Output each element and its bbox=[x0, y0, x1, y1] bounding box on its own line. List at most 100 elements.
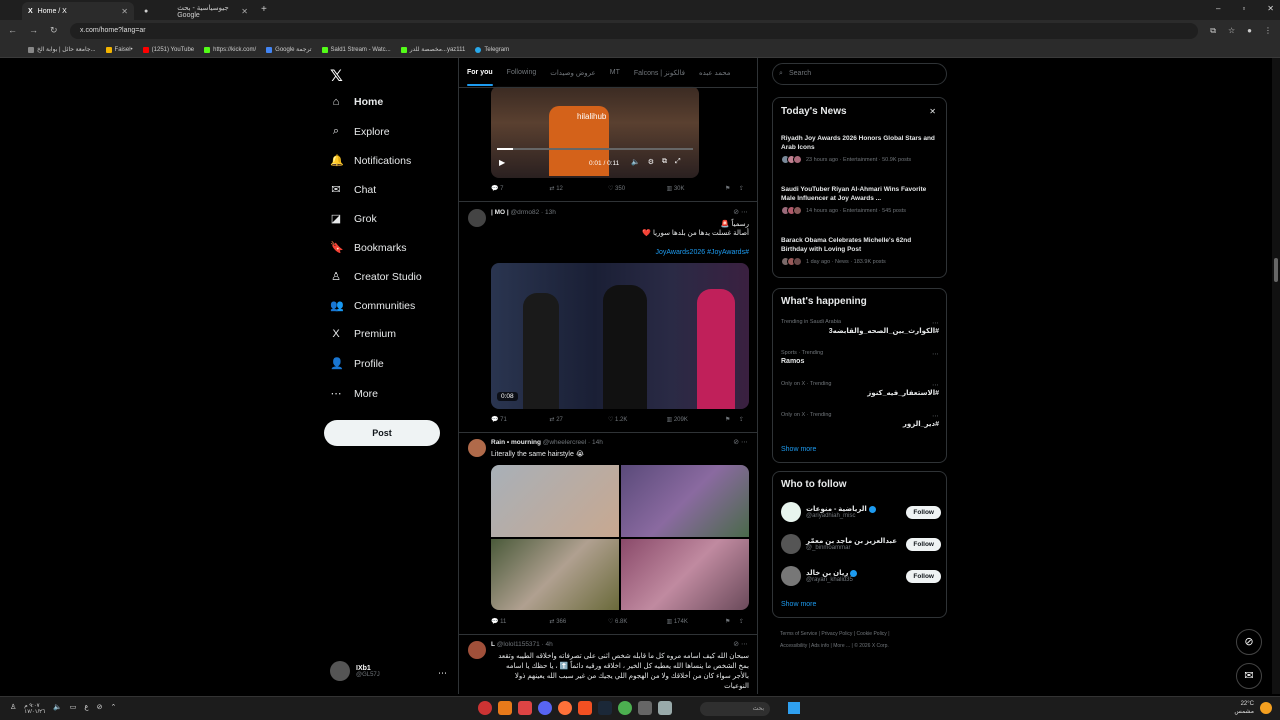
footer-link[interactable]: Terms of Service bbox=[780, 631, 817, 637]
tab-for-you[interactable]: For you bbox=[467, 69, 493, 86]
bookmark-item[interactable]: مخصصة للدر...yaz111 bbox=[400, 46, 465, 53]
news-item[interactable]: Saudi YouTuber Riyan Al-Ahmari Wins Favo… bbox=[781, 185, 939, 215]
tab-list[interactable]: محمد عبده bbox=[699, 69, 731, 77]
language-icon[interactable]: ع bbox=[84, 703, 88, 715]
app-icon[interactable] bbox=[538, 701, 552, 715]
minimize-icon[interactable]: – bbox=[1216, 4, 1220, 13]
post-image-grid[interactable] bbox=[491, 465, 749, 610]
bookmark-item[interactable]: https://kick.com/ bbox=[204, 46, 256, 53]
star-icon[interactable]: ☆ bbox=[1228, 26, 1235, 36]
video-progress[interactable] bbox=[497, 148, 693, 150]
share-icon[interactable]: ⇪ bbox=[739, 185, 749, 192]
footer-link[interactable]: Privacy Policy bbox=[821, 631, 852, 637]
nav-more[interactable]: ⋯ More bbox=[330, 387, 378, 401]
follow-suggestion[interactable]: ريان بن خالد @rayan_khalid35 Follow bbox=[781, 566, 941, 586]
avatar[interactable] bbox=[468, 439, 486, 457]
scrollbar-thumb[interactable] bbox=[1274, 258, 1278, 282]
bookmark-icon[interactable]: ⚑ bbox=[725, 185, 739, 192]
trend-item[interactable]: Sports · Trending Ramos ⋯ bbox=[781, 350, 939, 365]
url-field[interactable]: x.com/home?lang=ar bbox=[70, 23, 1198, 39]
app-icon[interactable] bbox=[578, 701, 592, 715]
author-handle[interactable]: @lolol1155371 · 4h bbox=[497, 641, 553, 648]
nav-creator-studio[interactable]: ♙ Creator Studio bbox=[330, 270, 422, 284]
volume-icon[interactable]: 🔈 bbox=[631, 158, 640, 166]
bookmark-item[interactable]: Telegram bbox=[475, 46, 509, 53]
nav-premium[interactable]: X Premium bbox=[330, 328, 396, 340]
profile-icon[interactable]: ● bbox=[1247, 26, 1252, 36]
footer-link[interactable]: Accessibility bbox=[780, 643, 807, 649]
reply-button[interactable]: 💬 71 bbox=[491, 416, 550, 423]
bookmark-item[interactable]: (1251) YouTube bbox=[142, 46, 194, 53]
mute-icon[interactable]: ⊘ bbox=[97, 703, 103, 715]
tab-following[interactable]: Following bbox=[507, 69, 537, 76]
views-button[interactable]: ▥ 174K bbox=[667, 618, 726, 625]
close-icon[interactable]: ✕ bbox=[241, 7, 248, 16]
search-input[interactable]: ⌕ Search bbox=[772, 63, 947, 85]
author-handle[interactable]: @wheelercreel · 14h bbox=[543, 439, 603, 446]
nav-explore[interactable]: ⌕ Explore bbox=[330, 125, 390, 138]
reload-icon[interactable]: ↻ bbox=[50, 25, 58, 36]
volume-icon[interactable]: 🔈 bbox=[53, 703, 62, 715]
post-button[interactable]: Post bbox=[324, 420, 440, 446]
install-icon[interactable]: ⧉ bbox=[1210, 26, 1216, 36]
post-hashtags[interactable]: #JoyAwards2026 #JoyAwards bbox=[491, 248, 749, 257]
messages-fab-icon[interactable]: ✉ bbox=[1236, 663, 1262, 689]
follow-suggestion[interactable]: عبدالعزيز بن ماجد بن معمّر @_binmoammar … bbox=[781, 534, 941, 554]
share-icon[interactable]: ⇪ bbox=[739, 416, 749, 423]
news-item[interactable]: Barack Obama Celebrates Michelle's 62nd … bbox=[781, 236, 939, 266]
taskbar-search[interactable]: بحث bbox=[700, 702, 770, 716]
more-dots-icon[interactable]: ⊘ ⋯ bbox=[733, 438, 748, 446]
trend-item[interactable]: Only on X · Trending #دير_الزور ⋯ bbox=[781, 412, 939, 428]
bookmark-item[interactable]: جامعة حائل | بوابة الخ... bbox=[28, 46, 96, 53]
close-window-icon[interactable]: ✕ bbox=[1267, 4, 1274, 13]
person-icon[interactable]: ♙ bbox=[10, 703, 16, 715]
maximize-icon[interactable]: ▫ bbox=[1242, 4, 1245, 13]
nav-grok[interactable]: ◪ Grok bbox=[330, 212, 377, 226]
post-image[interactable] bbox=[491, 539, 619, 610]
post[interactable]: Rain • mourning @wheelercreel · 14h ⊘ ⋯ … bbox=[459, 433, 757, 635]
bookmark-icon[interactable]: ⚑ bbox=[725, 618, 739, 625]
like-button[interactable]: ♡ 350 bbox=[608, 185, 667, 192]
bookmark-item[interactable]: Sald1 Stream - Watc... bbox=[321, 46, 391, 53]
more-dots-icon[interactable]: ⊘ ⋯ bbox=[733, 640, 748, 648]
more-dots-icon[interactable]: ⋯ bbox=[932, 350, 939, 358]
footer-link[interactable]: Cookie Policy bbox=[857, 631, 887, 637]
pip-icon[interactable]: ⧉ bbox=[662, 158, 667, 166]
nav-home[interactable]: ⌂ Home bbox=[330, 96, 384, 108]
network-icon[interactable]: ▭ bbox=[70, 703, 77, 715]
post-image[interactable] bbox=[621, 539, 749, 610]
post-image[interactable] bbox=[491, 465, 619, 537]
account-switcher[interactable]: IXb1 @GL57J bbox=[330, 661, 380, 681]
app-icon[interactable] bbox=[658, 701, 672, 715]
more-dots-icon[interactable]: ⋯ bbox=[438, 668, 447, 679]
new-tab-button[interactable]: + bbox=[261, 4, 267, 15]
more-dots-icon[interactable]: ⊘ ⋯ bbox=[733, 208, 748, 216]
app-icon[interactable] bbox=[638, 701, 652, 715]
author-handle[interactable]: @drmo82 · 13h bbox=[511, 209, 556, 216]
tab-list[interactable]: MT bbox=[610, 69, 620, 76]
views-button[interactable]: ▥ 30K bbox=[667, 185, 726, 192]
author-name[interactable]: Rain • mourning bbox=[491, 439, 541, 446]
news-item[interactable]: Riyadh Joy Awards 2026 Honors Global Sta… bbox=[781, 134, 939, 164]
tab-list[interactable]: Falcons | فالكونز bbox=[634, 69, 685, 77]
app-icon[interactable] bbox=[498, 701, 512, 715]
forward-icon[interactable]: → bbox=[29, 25, 38, 36]
more-dots-icon[interactable]: ⋯ bbox=[932, 319, 939, 327]
repost-button[interactable]: ⇄ 366 bbox=[550, 618, 609, 625]
more-dots-icon[interactable]: ⋯ bbox=[932, 412, 939, 420]
trend-item[interactable]: Trending in Saudi Arabia #الكوارث_بين_ال… bbox=[781, 319, 939, 335]
tab-google-search[interactable]: ● جيوسياسية - بحث Google ✕ bbox=[138, 2, 254, 20]
page-scrollbar[interactable] bbox=[1272, 58, 1280, 694]
post[interactable]: | MO | @drmo82 · 13h ⊘ ⋯ رسمياً 🚨 أصالة … bbox=[459, 202, 757, 433]
footer-link[interactable]: Ads info bbox=[811, 643, 829, 649]
nav-chat[interactable]: ✉ Chat bbox=[330, 183, 376, 197]
author-name[interactable]: L bbox=[491, 641, 495, 648]
like-button[interactable]: ♡ 1.2K bbox=[608, 416, 667, 423]
menu-icon[interactable]: ⋮ bbox=[1264, 26, 1272, 36]
post-image[interactable] bbox=[621, 465, 749, 537]
nav-bookmarks[interactable]: 🔖 Bookmarks bbox=[330, 241, 407, 255]
post[interactable]: L @lolol1155371 · 4h ⊘ ⋯ سبحان الله كيف … bbox=[459, 635, 757, 694]
close-icon[interactable]: ✕ bbox=[121, 7, 128, 16]
chevron-up-icon[interactable]: ⌃ bbox=[110, 703, 116, 715]
reply-button[interactable]: 💬 7 bbox=[491, 185, 550, 192]
